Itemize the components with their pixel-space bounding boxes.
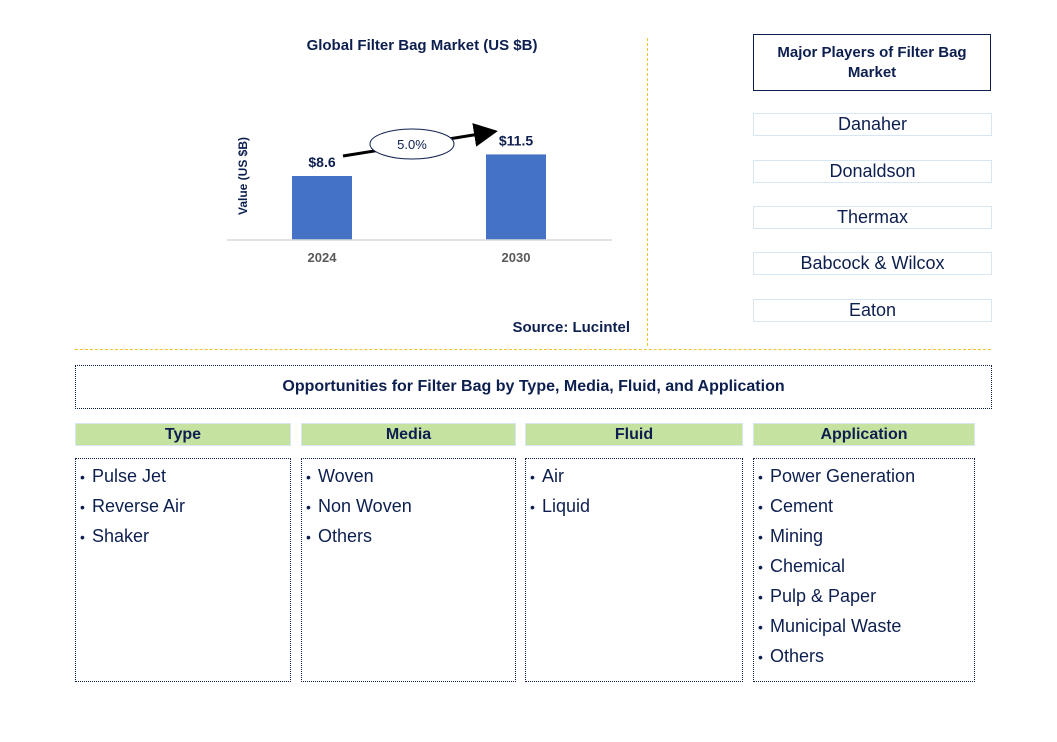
list-item: • Air <box>530 461 742 491</box>
bullet-icon: • <box>80 499 85 515</box>
category-header-type: Type <box>75 423 291 446</box>
bullet-icon: • <box>758 619 763 635</box>
player-item: Thermax <box>753 206 992 229</box>
list-item-label: Others <box>770 646 825 666</box>
list-item: • Municipal Waste <box>758 611 974 641</box>
list-item-label: Shaker <box>92 526 150 546</box>
list-item: • Non Woven <box>306 491 515 521</box>
player-item: Danaher <box>753 113 992 136</box>
bullet-icon: • <box>758 499 763 515</box>
list-item-label: Liquid <box>542 496 591 516</box>
list-item-label: Woven <box>318 466 374 486</box>
category-list-media: • Woven • Non Woven • Others <box>301 458 516 682</box>
bullet-icon: • <box>80 469 85 485</box>
data-label-2030: $11.5 <box>499 132 533 148</box>
source-label: Source: Lucintel <box>512 319 630 336</box>
players-title: Major Players of Filter Bag Market <box>753 34 991 91</box>
category-header-media: Media <box>301 423 516 446</box>
list-item-label: Mining <box>770 526 824 546</box>
list-item: • Power Generation <box>758 461 974 491</box>
bar-chart: Value (US $B) $8.6 2024 $11.5 2030 5.0% <box>227 123 612 265</box>
list-item-label: Non Woven <box>318 496 412 516</box>
category-list-type: • Pulse Jet • Reverse Air • Shaker <box>75 458 291 682</box>
bullet-icon: • <box>306 529 311 545</box>
list-item: • Pulp & Paper <box>758 581 974 611</box>
bullet-icon: • <box>530 469 535 485</box>
y-axis-label: Value (US $B) <box>236 137 250 215</box>
bar-2024 <box>292 176 352 240</box>
list-item-label: Municipal Waste <box>770 616 902 636</box>
category-list-fluid: • Air • Liquid <box>525 458 743 682</box>
opportunities-title: Opportunities for Filter Bag by Type, Me… <box>75 365 992 409</box>
category-list-application: • Power Generation • Cement • Mining • Chemical… <box>753 458 975 682</box>
data-label-2024: $8.6 <box>308 154 335 170</box>
list-item: • Chemical <box>758 551 974 581</box>
list-item: • Liquid <box>530 491 742 521</box>
list-item-label: Pulse Jet <box>92 466 167 486</box>
list-item: • Cement <box>758 491 974 521</box>
list-item: • Others <box>306 521 515 551</box>
list-item-label: Power Generation <box>770 466 916 486</box>
player-item: Babcock & Wilcox <box>753 252 992 275</box>
list-item-label: Air <box>542 466 564 486</box>
list-item: • Woven <box>306 461 515 491</box>
bullet-icon: • <box>758 559 763 575</box>
player-item: Eaton <box>753 299 992 322</box>
list-item-label: Chemical <box>770 556 846 576</box>
vertical-divider <box>647 38 648 346</box>
x-tick-label-2024: 2024 <box>308 250 338 265</box>
cagr-label: 5.0% <box>397 137 427 152</box>
bullet-icon: • <box>306 469 311 485</box>
list-item: • Mining <box>758 521 974 551</box>
bullet-icon: • <box>306 499 311 515</box>
category-header-application: Application <box>753 423 975 446</box>
list-item-label: Others <box>318 526 373 546</box>
bullet-icon: • <box>758 649 763 665</box>
list-item-label: Pulp & Paper <box>770 586 877 606</box>
list-item-label: Cement <box>770 496 834 516</box>
bullet-icon: • <box>80 529 85 545</box>
list-item: • Pulse Jet <box>80 461 290 491</box>
x-tick-label-2030: 2030 <box>502 250 531 265</box>
list-item-label: Reverse Air <box>92 496 186 516</box>
bullet-icon: • <box>758 529 763 545</box>
chart-title: Global Filter Bag Market (US $B) <box>306 37 538 54</box>
bullet-icon: • <box>758 469 763 485</box>
list-item: • Reverse Air <box>80 491 290 521</box>
category-header-fluid: Fluid <box>525 423 743 446</box>
list-item: • Shaker <box>80 521 290 551</box>
horizontal-divider <box>75 349 991 350</box>
player-item: Donaldson <box>753 160 992 183</box>
bar-2030 <box>486 154 546 240</box>
bullet-icon: • <box>758 589 763 605</box>
bullet-icon: • <box>530 499 535 515</box>
list-item: • Others <box>758 641 974 671</box>
